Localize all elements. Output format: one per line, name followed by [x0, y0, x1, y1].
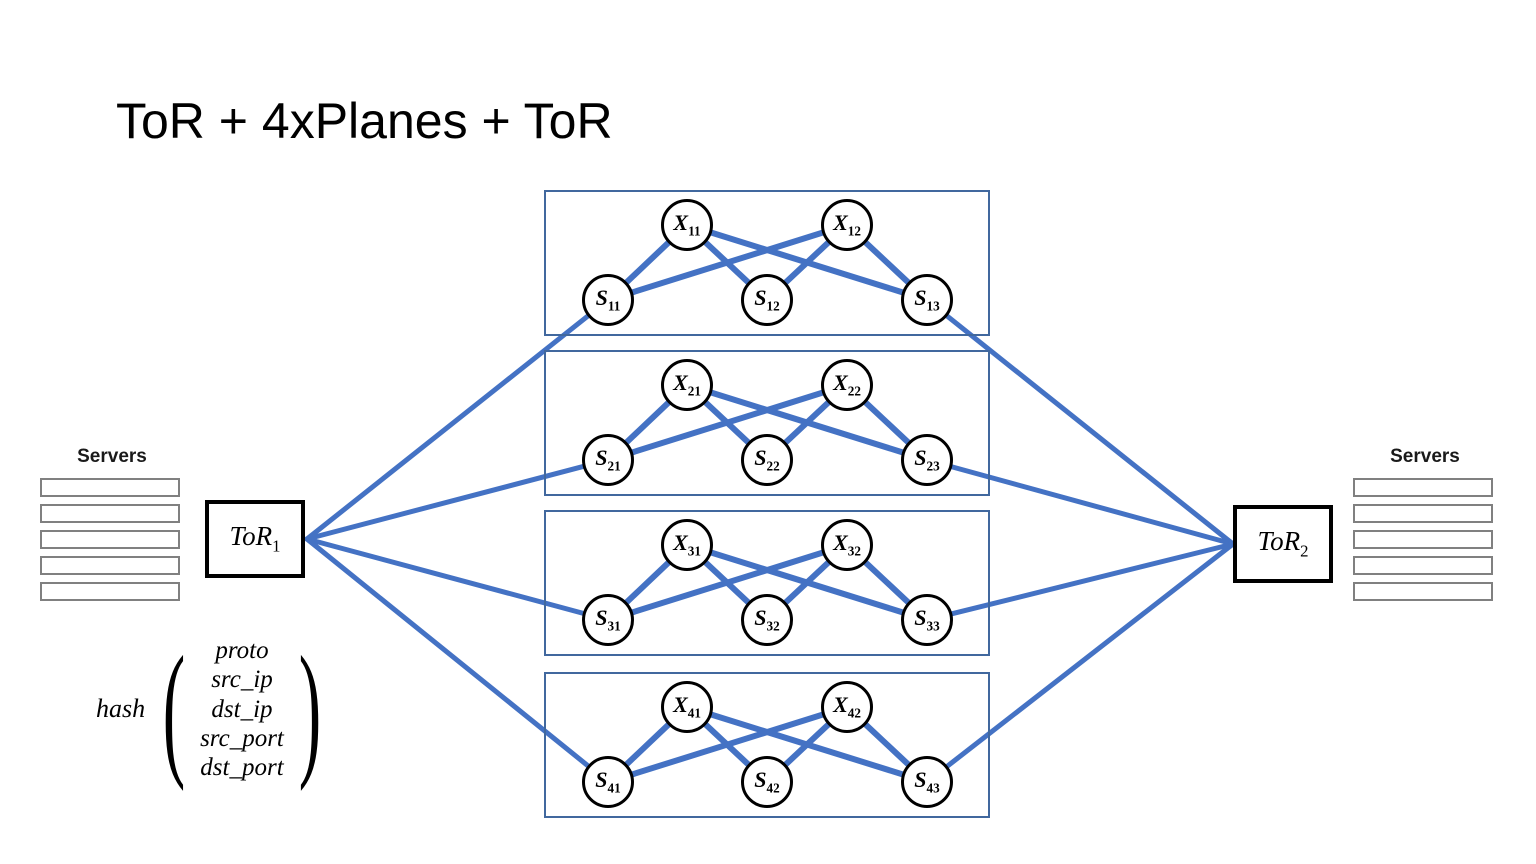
edge-S13-tor2	[944, 313, 1236, 547]
leaf-node-S32[interactable]: S32	[741, 594, 793, 646]
node-label: S33	[914, 605, 940, 634]
node-label: X31	[673, 530, 701, 559]
leaf-node-S22[interactable]: S22	[741, 434, 793, 486]
spine-node-X32[interactable]: X32	[821, 519, 873, 571]
hash-open-paren: (	[162, 626, 186, 793]
hash-tuple-item: proto	[215, 637, 269, 664]
hash-tuple-list: proto src_ip dst_ip src_port dst_port	[199, 636, 285, 782]
node-label: X21	[673, 370, 701, 399]
server-rack-bar	[1353, 530, 1493, 549]
leaf-node-S41[interactable]: S41	[582, 756, 634, 808]
spine-node-X41[interactable]: X41	[661, 681, 713, 733]
node-label: X11	[673, 210, 701, 239]
tor-2-label: ToR2	[1257, 526, 1309, 561]
leaf-node-S31[interactable]: S31	[582, 594, 634, 646]
server-rack-bar	[40, 582, 180, 601]
leaf-node-S43[interactable]: S43	[901, 756, 953, 808]
server-rack-bar	[40, 556, 180, 575]
left-servers-label: Servers	[77, 446, 147, 467]
node-label: X22	[833, 370, 861, 399]
node-label: S22	[754, 445, 780, 474]
hash-function-label: hash	[96, 694, 146, 724]
spine-node-X12[interactable]: X12	[821, 199, 873, 251]
left-rack-stack	[40, 478, 180, 608]
node-label: S31	[595, 605, 621, 634]
spine-node-X31[interactable]: X31	[661, 519, 713, 571]
server-rack-bar	[1353, 556, 1493, 575]
tor-1-box[interactable]: ToR1	[205, 500, 305, 578]
hash-tuple-item: dst_ip	[211, 695, 273, 723]
diagram-canvas: ToR + 4xPlanes + ToR Servers ToR1 hash (…	[0, 0, 1536, 864]
right-rack-stack	[1353, 478, 1493, 608]
server-rack-bar	[40, 504, 180, 523]
hash-tuple-item: src_port	[200, 724, 284, 752]
spine-node-X42[interactable]: X42	[821, 681, 873, 733]
node-label: S11	[595, 285, 621, 314]
tor-2-box[interactable]: ToR2	[1233, 505, 1333, 583]
hash-tuple-item: src_ip	[211, 666, 273, 694]
node-label: X12	[833, 210, 861, 239]
tor-1-label: ToR1	[229, 521, 281, 556]
node-label: X32	[833, 530, 861, 559]
spine-node-X21[interactable]: X21	[661, 359, 713, 411]
edge-S23-tor2	[949, 464, 1236, 547]
node-label: S23	[914, 445, 940, 474]
hash-close-paren: )	[298, 626, 322, 793]
node-label: X41	[673, 692, 701, 721]
right-servers-label: Servers	[1390, 446, 1460, 467]
spine-node-X22[interactable]: X22	[821, 359, 873, 411]
edge-tor1-S31	[304, 536, 586, 616]
node-label: S12	[754, 285, 780, 314]
server-rack-bar	[40, 530, 180, 549]
server-rack-bar	[1353, 478, 1493, 497]
leaf-node-S23[interactable]: S23	[901, 434, 953, 486]
node-label: S43	[914, 767, 940, 796]
leaf-node-S11[interactable]: S11	[582, 274, 634, 326]
server-rack-bar	[40, 478, 180, 497]
node-label: S13	[914, 285, 940, 314]
node-label: S42	[754, 767, 780, 796]
node-label: S41	[595, 767, 621, 796]
node-label: S21	[595, 445, 621, 474]
edge-tor1-S21	[304, 464, 586, 542]
spine-node-X11[interactable]: X11	[661, 199, 713, 251]
node-label: S32	[754, 605, 780, 634]
hash-formula: hash ( proto src_ip dst_ip src_port dst_port…	[96, 626, 335, 793]
leaf-node-S12[interactable]: S12	[741, 274, 793, 326]
server-rack-bar	[1353, 504, 1493, 523]
server-rack-bar	[1353, 582, 1493, 601]
leaf-node-S42[interactable]: S42	[741, 756, 793, 808]
leaf-node-S13[interactable]: S13	[901, 274, 953, 326]
node-label: X42	[833, 692, 861, 721]
leaf-node-S21[interactable]: S21	[582, 434, 634, 486]
leaf-node-S33[interactable]: S33	[901, 594, 953, 646]
hash-tuple-item: dst_port	[200, 754, 284, 781]
